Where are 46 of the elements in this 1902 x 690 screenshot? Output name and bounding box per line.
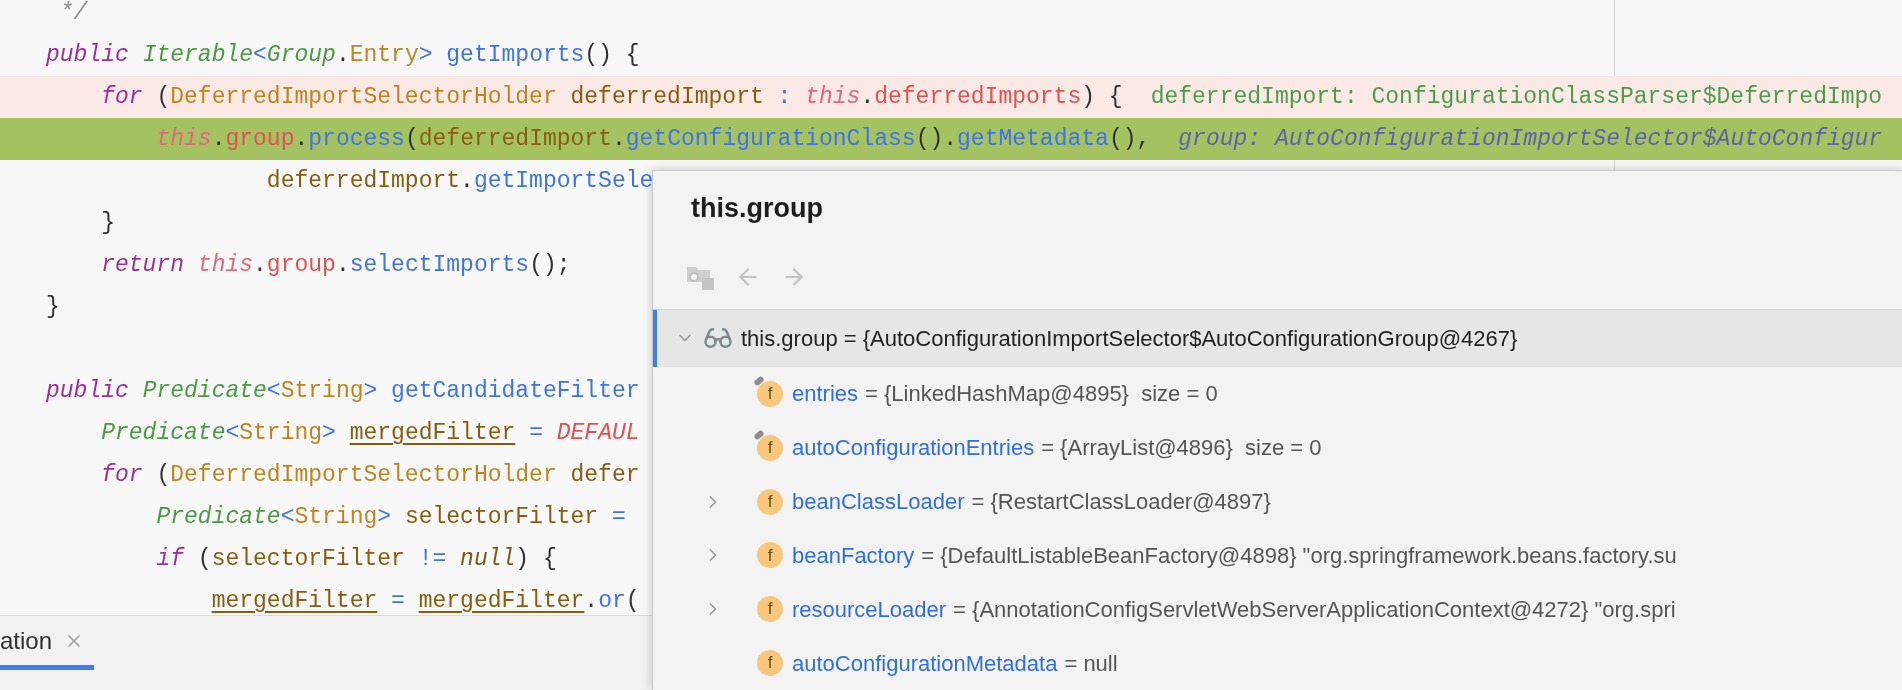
code-line: return this.group.selectImports(); [100, 250, 571, 280]
pin-icon [753, 375, 765, 387]
code-line: public Iterable<Group.Entry> getImports() { [46, 40, 640, 70]
code-line: this.group.process(deferredImport.getConfigurationClass().getMetadata(), [155, 124, 1151, 154]
tree-row[interactable]: f autoConfigurationMetadata = null [653, 636, 1902, 690]
code-line: public Predicate<String> getCandidateFilter [46, 376, 640, 406]
code-line: Predicate<String> selectorFilter = [155, 502, 626, 532]
pin-icon [753, 429, 765, 441]
inlay-hint: group: AutoConfigurationImportSelector$AutoConfigur [1178, 124, 1883, 154]
tree-row[interactable]: this.group = {AutoConfigurationImportSelector$AutoConfigurationGroup@4267} [653, 310, 1902, 367]
code-line: */ [58, 0, 88, 28]
field-value: = {ArrayList@4896} size = 0 [1041, 434, 1322, 463]
tree-row[interactable]: f beanClassLoader = {RestartClassLoader@4897} [653, 474, 1902, 529]
tree-row[interactable]: f autoConfigurationEntries = {ArrayList@4896} size = 0 [653, 420, 1902, 475]
field-value: = {AnnotationConfigServletWebServerApplicationContext@4272} "org.spri [953, 595, 1676, 624]
field-icon: f [757, 380, 783, 407]
field-value: = {RestartClassLoader@4897} [971, 488, 1271, 516]
tree-label: this.group = {AutoConfigurationImportSelector$AutoConfigurationGroup@4267} [741, 324, 1518, 353]
field-icon: f [757, 650, 783, 677]
inlay-hint: deferredImport: ConfigurationClassParser$DeferredImpo [1150, 82, 1883, 112]
field-name: autoConfigurationEntries [792, 434, 1035, 463]
field-icon: f [757, 434, 783, 461]
field-icon: f [757, 488, 783, 515]
code-line: mergedFilter = mergedFilter.or( [210, 586, 640, 615]
code-line: deferredImport.getImportSele [265, 166, 654, 196]
field-icon: f [757, 596, 783, 623]
field-name: entries [792, 380, 859, 409]
code-line: for (DeferredImportSelectorHolder deferredImport : this.deferredImports) { [100, 82, 1123, 112]
panel-tab[interactable]: ation [0, 616, 95, 670]
field-value: = {DefaultListableBeanFactory@4898} "org.springframework.beans.factory.su [921, 541, 1677, 570]
field-value: = null [1064, 649, 1118, 678]
tree-row[interactable]: f beanFactory = {DefaultListableBeanFactory@4898} "org.springframework.beans.factory.su [653, 528, 1902, 583]
field-name: beanClassLoader [792, 488, 965, 516]
tree-row[interactable]: f resourceLoader = {AnnotationConfigServletWebServerApplicationContext@4272} "org.spri [653, 582, 1902, 637]
code-line: } [100, 208, 115, 238]
field-name: autoConfigurationMetadata [792, 649, 1058, 678]
popup-title: this.group [691, 191, 823, 225]
field-icon: f [757, 542, 783, 569]
code-line: } [46, 292, 60, 322]
tree-row[interactable]: f entries = {LinkedHashMap@4895} size = 0 [653, 366, 1902, 421]
code-line: if (selectorFilter != null) { [155, 544, 557, 574]
field-name: beanFactory [792, 541, 915, 570]
code-line: for (DeferredImportSelectorHolder defer [100, 460, 640, 490]
code-line: Predicate<String> mergedFilter = DEFAUL [100, 418, 640, 448]
field-value: = {LinkedHashMap@4895} size = 0 [865, 380, 1218, 409]
field-name: resourceLoader [792, 595, 947, 624]
